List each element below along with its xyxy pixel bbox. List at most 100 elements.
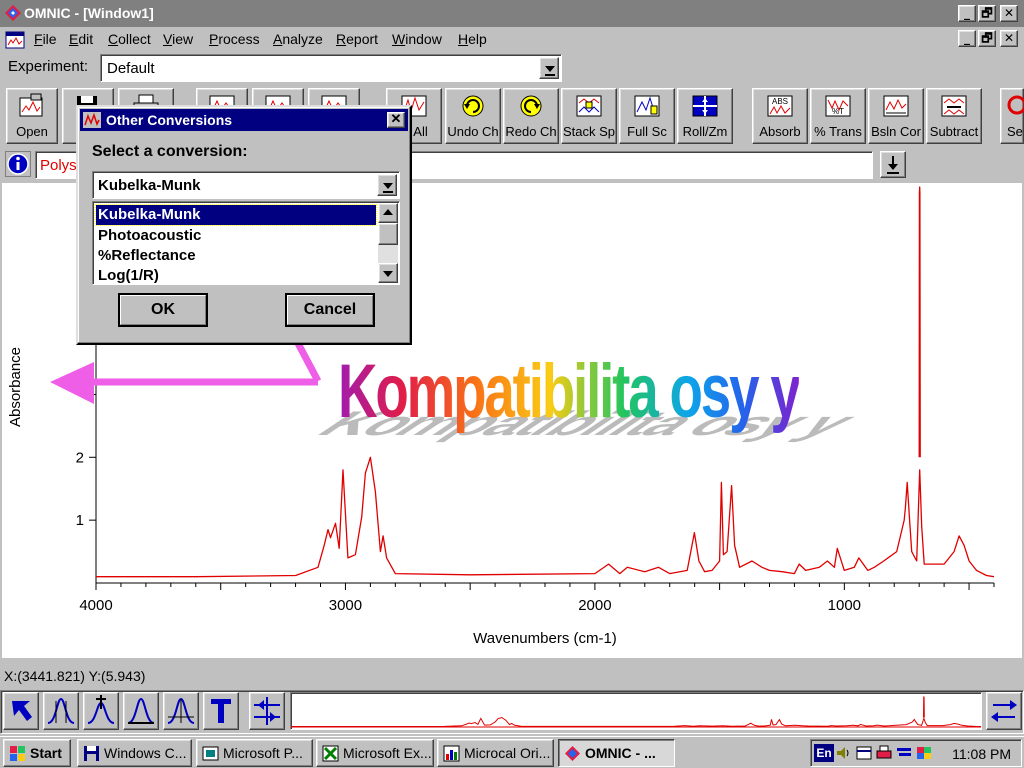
experiment-dropdown-button[interactable] (539, 57, 559, 79)
x-tick-label: 1000 (828, 597, 861, 614)
roll-direction-button[interactable] (986, 692, 1022, 730)
dialog-title-bar[interactable]: Other Conversions ✕ (80, 109, 408, 131)
dialog-title: Other Conversions (106, 112, 233, 128)
swap-arrows-icon (991, 700, 1017, 722)
toolbar-baseline-correct-button[interactable]: Bsln Cor (868, 88, 924, 144)
excel-icon (322, 745, 339, 762)
text-tool-icon (211, 699, 231, 723)
x-tick-label: 4000 (79, 597, 112, 614)
other-conversions-dialog[interactable]: Other Conversions ✕ Select a conversion:… (76, 105, 412, 345)
document-window-icon[interactable] (5, 31, 25, 49)
taskbar-item-microcal-origin[interactable]: Microcal Ori... (437, 739, 554, 767)
menu-report[interactable]: Report (336, 31, 378, 47)
spectrum-list-button[interactable] (880, 151, 906, 178)
network-icon[interactable] (895, 745, 913, 761)
select-tool-button[interactable] (3, 692, 39, 730)
conversion-list-scrollbar[interactable] (378, 203, 398, 283)
minimize-button[interactable]: _ (958, 5, 976, 22)
arrow-up-icon (383, 209, 393, 215)
y-axis-label: Absorbance (7, 347, 24, 427)
toolbar-stack-spectra-button[interactable]: Stack Sp (561, 88, 617, 144)
x-tick-label: 3000 (329, 597, 362, 614)
menu-collect[interactable]: Collect (108, 31, 151, 47)
ok-button[interactable]: OK (118, 293, 208, 327)
system-tray: En 11:08 PM (810, 739, 1022, 767)
toolbar-undo-button[interactable]: Undo Ch (445, 88, 501, 144)
scroll-thumb[interactable] (378, 223, 398, 245)
svg-text:%T: %T (832, 107, 844, 116)
toolbar-transmittance-button[interactable]: %T % Trans (810, 88, 866, 144)
doc-restore-button[interactable]: 🗗 (978, 30, 996, 47)
search-icon (1007, 95, 1024, 115)
close-button[interactable]: ✕ (1000, 5, 1018, 22)
taskbar-item-microsoft-powerpoint[interactable]: Microsoft P... (196, 739, 313, 767)
taskbar-item-windows-commander[interactable]: Windows C... (77, 739, 192, 767)
baseline-correct-icon (883, 95, 909, 117)
expand-arrows-icon (254, 697, 280, 725)
dialog-close-button[interactable]: ✕ (387, 112, 405, 128)
full-scale-icon (634, 95, 660, 117)
region-tool-button[interactable] (43, 692, 79, 730)
scheduler-icon[interactable] (855, 745, 873, 761)
window-title-bar[interactable]: OMNIC - [Window1] _ 🗗 ✕ (0, 0, 1024, 27)
start-button[interactable]: Start (3, 739, 71, 767)
experiment-select[interactable]: Default (100, 54, 562, 82)
conversion-dropdown-button[interactable] (377, 174, 397, 196)
toolbar-roll-zoom-button[interactable]: Roll/Zm (677, 88, 733, 144)
cancel-button[interactable]: Cancel (285, 293, 375, 327)
volume-icon[interactable] (835, 745, 851, 761)
info-icon[interactable] (5, 151, 31, 177)
conversion-option-photoacoustic[interactable]: Photoacoustic (96, 226, 376, 246)
menu-view[interactable]: View (163, 31, 193, 47)
text-tool-button[interactable] (203, 692, 239, 730)
doc-close-button[interactable]: ✕ (1000, 30, 1018, 47)
scroll-down-button[interactable] (378, 263, 398, 283)
menu-analyze[interactable]: Analyze (273, 31, 323, 47)
subtract-icon (941, 95, 967, 117)
peak-label-tool-button[interactable] (83, 692, 119, 730)
scroll-up-button[interactable] (378, 203, 398, 223)
peak-region-icon (47, 697, 75, 724)
baseline-tool-button[interactable] (123, 692, 159, 730)
omnic-app-icon (5, 5, 21, 21)
menu-process[interactable]: Process (209, 31, 260, 47)
roll-zoom-icon (692, 95, 718, 117)
taskbar-item-omnic[interactable]: OMNIC - ... (558, 739, 675, 767)
toolbar-open-button[interactable]: Open (6, 88, 58, 144)
toolbar-search-button[interactable]: Se (1000, 88, 1024, 144)
stack-spectra-icon (576, 95, 602, 117)
floppy-disk-icon (84, 746, 99, 761)
redo-icon (520, 95, 542, 117)
arrow-pointer-icon (12, 701, 32, 721)
menu-file[interactable]: File (34, 31, 57, 47)
area-tool-button[interactable] (163, 692, 199, 730)
origin-graph-icon (443, 745, 460, 762)
experiment-value: Default (107, 60, 155, 77)
toolbar-full-scale-button[interactable]: Full Sc (619, 88, 675, 144)
conversion-list[interactable]: Kubelka-Munk Photoacoustic %Reflectance … (92, 201, 400, 285)
menu-help[interactable]: Help (458, 31, 487, 47)
undo-icon (462, 95, 484, 117)
conversion-option-log-1-r[interactable]: Log(1/R) (96, 266, 376, 284)
menu-edit[interactable]: Edit (69, 31, 93, 47)
toolbar-absorbance-button[interactable]: ABS Absorb (752, 88, 808, 144)
toolbar-redo-button[interactable]: Redo Ch (503, 88, 559, 144)
language-indicator[interactable]: En (814, 744, 834, 762)
restore-button[interactable]: 🗗 (978, 5, 996, 22)
doc-minimize-button[interactable]: _ (958, 30, 976, 47)
conversion-option-reflectance[interactable]: %Reflectance (96, 246, 376, 266)
printer-icon[interactable] (875, 745, 893, 761)
expand-tool-button[interactable] (249, 692, 285, 730)
absorbance-icon: ABS (767, 95, 793, 117)
conversion-option-kubelka-munk[interactable]: Kubelka-Munk (95, 204, 377, 226)
overlay-caption-text: Kompatibilita osy y (338, 349, 801, 434)
overview-series-line-0 (291, 716, 982, 727)
window-title: OMNIC - [Window1] (24, 5, 154, 21)
toolbar-subtract-button[interactable]: Subtract (926, 88, 982, 144)
overview-spectrum[interactable] (290, 692, 982, 730)
taskbar-item-microsoft-excel[interactable]: Microsoft Ex... (316, 739, 434, 767)
x-tick-label: 2000 (578, 597, 611, 614)
display-icon[interactable] (915, 745, 933, 761)
menu-window[interactable]: Window (392, 31, 442, 47)
conversion-select[interactable]: Kubelka-Munk (92, 171, 400, 199)
